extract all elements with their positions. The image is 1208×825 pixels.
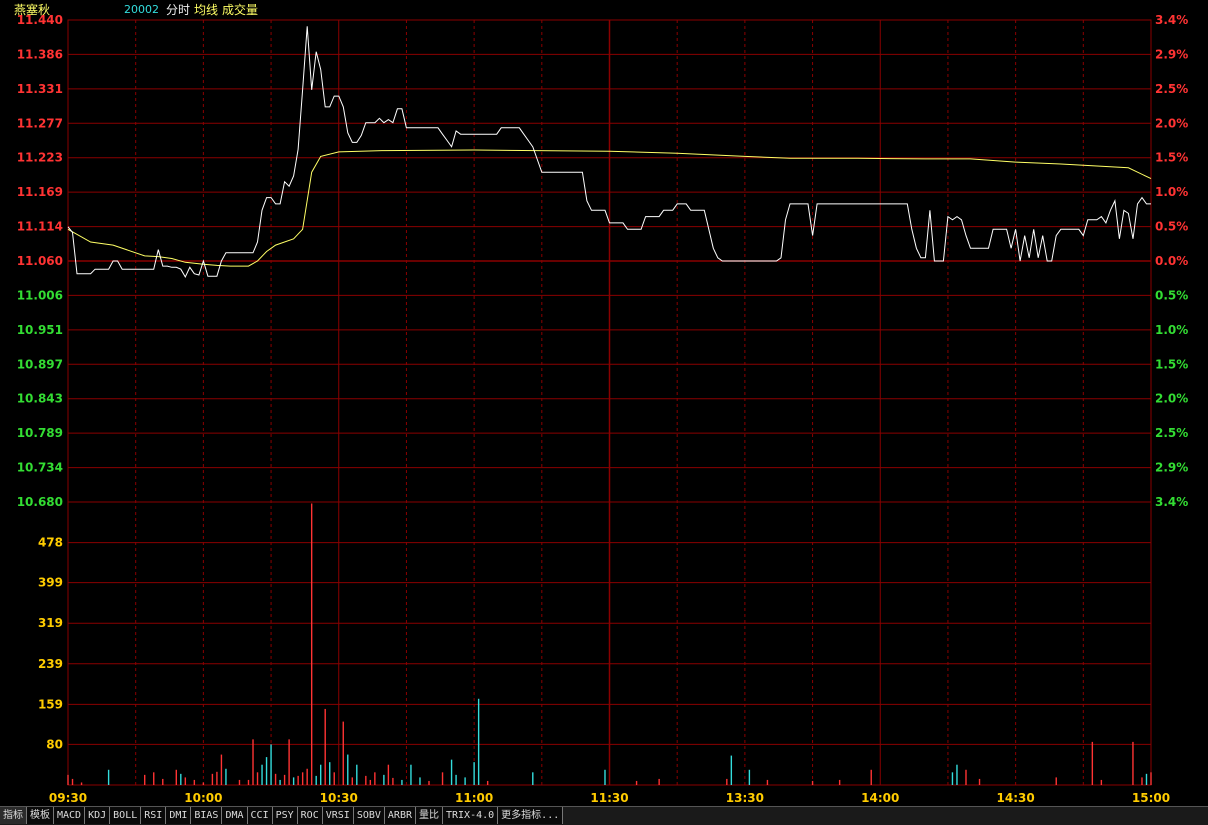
indicator-tab[interactable]: 模板	[27, 807, 54, 824]
pct-axis-label: 0.5%	[1155, 288, 1188, 302]
indicator-tab[interactable]: 更多指标...	[498, 807, 564, 824]
price-axis-label: 10.897	[17, 357, 63, 371]
price-axis-label: 11.277	[17, 116, 63, 130]
volume-axis-label: 239	[38, 657, 63, 671]
pct-axis-label: 2.0%	[1155, 116, 1188, 130]
indicator-tab[interactable]: 指标	[0, 807, 27, 824]
pct-axis-label: 1.0%	[1155, 185, 1188, 199]
pct-axis-label: 3.4%	[1155, 13, 1188, 27]
pct-axis-label: 2.0%	[1155, 392, 1188, 406]
time-axis-label: 14:00	[861, 791, 899, 805]
indicator-tab[interactable]: DMI	[166, 807, 192, 824]
price-axis-label: 11.223	[17, 151, 63, 165]
indicator-tab[interactable]: RSI	[141, 807, 167, 824]
indicator-tab[interactable]: DMA	[222, 807, 248, 824]
indicator-tab[interactable]: MACD	[54, 807, 86, 824]
volume-axis-label: 478	[38, 536, 63, 550]
price-axis-label: 10.734	[17, 461, 63, 475]
indicator-tab[interactable]: ARBR	[384, 807, 416, 824]
indicator-tab[interactable]: TRIX-4.0	[443, 807, 499, 824]
volume-axis-label: 159	[38, 697, 63, 711]
time-axis-label: 14:30	[997, 791, 1035, 805]
price-axis-label: 11.006	[17, 288, 63, 302]
pct-axis-label: 0.5%	[1155, 220, 1188, 234]
pct-axis-label: 2.9%	[1155, 461, 1188, 475]
time-axis-label: 11:00	[455, 791, 493, 805]
pct-axis-label: 2.5%	[1155, 82, 1188, 96]
time-axis-label: 13:30	[726, 791, 764, 805]
intraday-chart: 11.440 3.4%11.386 2.9%11.331 2.5%11.277 2.0%…	[17, 13, 1189, 805]
stock-name: 燕塞秋	[14, 3, 51, 17]
indicator-tab-bar: 指标 模板 MACD KDJ BOLL RSI DMI BIAS DMA CCI PSY ROC VRS…	[0, 806, 1208, 825]
volume-label[interactable]: 成交量	[222, 3, 258, 17]
price-axis-label: 11.169	[17, 185, 63, 199]
pct-axis-label: 3.4%	[1155, 495, 1188, 509]
volume-axis-label: 319	[38, 616, 63, 630]
view-label[interactable]: 分时	[166, 3, 190, 17]
pct-axis-label: 1.5%	[1155, 357, 1188, 371]
pct-axis-label: 1.5%	[1155, 151, 1188, 165]
price-axis-label: 11.114	[17, 220, 63, 234]
pct-axis-label: 1.0%	[1155, 323, 1188, 337]
time-axis-label: 15:00	[1132, 791, 1170, 805]
indicator-tab[interactable]: BIAS	[191, 807, 223, 824]
indicator-tab[interactable]: PSY	[272, 807, 298, 824]
time-axis-label: 09:30	[49, 791, 87, 805]
time-axis-label: 10:00	[184, 791, 222, 805]
price-axis-label: 11.331	[17, 82, 63, 96]
pct-axis-label: 2.5%	[1155, 426, 1188, 440]
indicator-tab[interactable]: ROC	[297, 807, 323, 824]
time-axis-label: 11:30	[590, 791, 628, 805]
volume-axis-label: 80	[46, 737, 63, 751]
pct-axis-label: 0.0%	[1155, 254, 1188, 268]
stock-code: 20002	[124, 3, 159, 16]
price-axis-label: 10.951	[17, 323, 63, 337]
price-axis-label: 10.843	[17, 392, 63, 406]
indicator-tab[interactable]: VRSI	[322, 807, 354, 824]
indicator-tab[interactable]: CCI	[247, 807, 273, 824]
time-axis-label: 10:30	[320, 791, 358, 805]
price-axis-label: 10.680	[17, 495, 63, 509]
avg-line-label[interactable]: 均线	[194, 3, 218, 17]
price-axis-label: 10.789	[17, 426, 63, 440]
price-axis-label: 11.386	[17, 47, 63, 61]
volume-axis-label: 399	[38, 576, 63, 590]
indicator-tab[interactable]: SOBV	[353, 807, 385, 824]
pct-axis-label: 2.9%	[1155, 47, 1188, 61]
price-axis-label: 11.060	[17, 254, 63, 268]
indicator-tab[interactable]: KDJ	[85, 807, 111, 824]
indicator-tab[interactable]: BOLL	[110, 807, 142, 824]
indicator-tab[interactable]: 量比	[416, 807, 443, 824]
